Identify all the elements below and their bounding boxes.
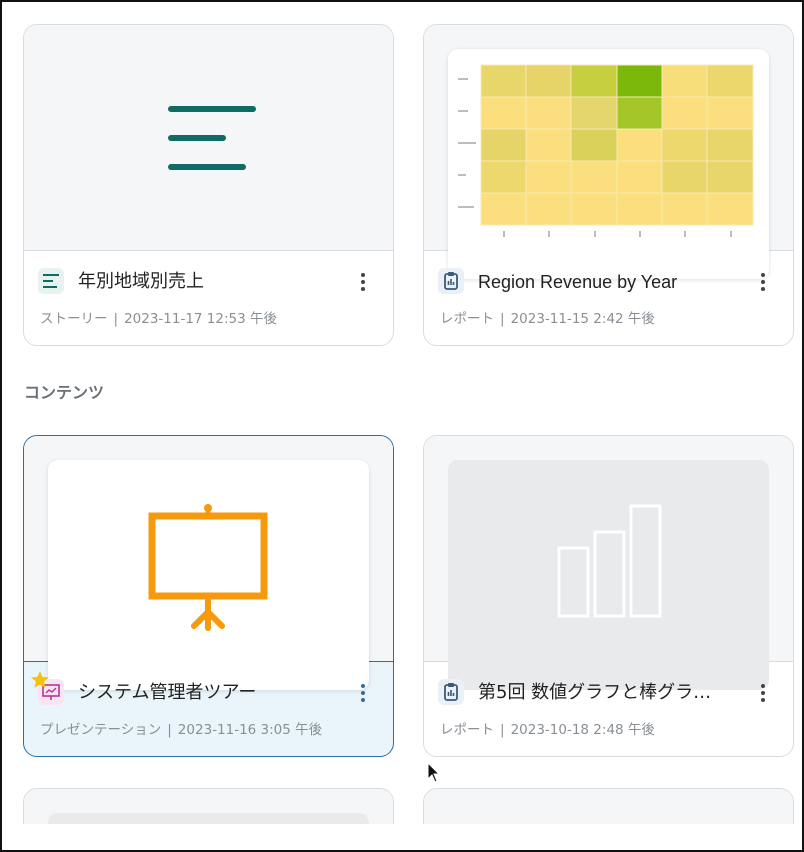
card-type-label: レポート [440, 311, 494, 327]
card-title[interactable]: 年別地域別売上 [78, 269, 348, 295]
report-clipboard-icon [438, 679, 464, 705]
card-thumbnail[interactable] [24, 436, 393, 690]
meta-separator: | [113, 311, 119, 327]
easel-icon [148, 504, 268, 631]
meta-separator: | [500, 311, 505, 327]
heatmap-preview [448, 49, 769, 279]
more-options-icon[interactable] [353, 680, 373, 706]
more-options-icon[interactable] [753, 269, 773, 295]
card-title[interactable]: 第5回 数値グラフと棒グラ… [478, 680, 748, 706]
card-type-label: ストーリー [40, 311, 108, 327]
card-info: システム管理者ツアー プレゼンテーション | 2023-11-16 3:05 午後 [24, 662, 393, 756]
meta-separator: | [500, 722, 505, 738]
content-card-report-region-revenue[interactable]: Region Revenue by Year レポート | 2023-11-15 2… [423, 24, 794, 346]
card-info: 年別地域別売上 ストーリー | 2023-11-17 12:53 午後 [24, 251, 393, 345]
content-browser: 年別地域別売上 ストーリー | 2023-11-17 12:53 午後 Regi… [0, 0, 804, 852]
card-type-label: プレゼンテーション [40, 722, 162, 738]
card-info: 第5回 数値グラフと棒グラ… レポート | 2023-10-18 2:48 午後 [424, 662, 793, 756]
card-timestamp: 2023-11-17 12:53 午後 [124, 311, 278, 327]
report-clipboard-icon [438, 268, 464, 294]
card-info: Region Revenue by Year レポート | 2023-11-15 2… [424, 251, 793, 345]
card-timestamp: 2023-10-18 2:48 午後 [510, 722, 655, 738]
card-title[interactable]: システム管理者ツアー [78, 680, 348, 706]
card-meta: プレゼンテーション | 2023-11-16 3:05 午後 [40, 718, 322, 738]
card-meta: ストーリー | 2023-11-17 12:53 午後 [40, 307, 277, 327]
presentation-preview [48, 460, 369, 690]
content-card-presentation[interactable]: システム管理者ツアー プレゼンテーション | 2023-11-16 3:05 午後 [23, 435, 394, 757]
card-meta: レポート | 2023-10-18 2:48 午後 [440, 718, 655, 738]
section-title-contents: コンテンツ [24, 383, 105, 402]
more-options-icon[interactable] [753, 680, 773, 706]
mouse-cursor-icon [427, 762, 441, 783]
card-type-label: レポート [440, 722, 494, 738]
card-timestamp: 2023-11-16 3:05 午後 [177, 722, 323, 738]
story-lines-icon [168, 106, 256, 170]
more-options-icon[interactable] [353, 269, 373, 295]
story-type-icon [38, 268, 64, 294]
meta-separator: | [167, 722, 172, 738]
favorite-star-icon[interactable] [30, 670, 50, 690]
card-title[interactable]: Region Revenue by Year [478, 269, 748, 295]
bar-chart-placeholder-icon [557, 504, 662, 618]
card-thumbnail[interactable] [424, 436, 793, 690]
heatmap-preview-graphic [458, 64, 754, 237]
report-preview-placeholder [448, 460, 769, 690]
card-thumbnail[interactable] [24, 25, 393, 251]
content-card-story[interactable]: 年別地域別売上 ストーリー | 2023-11-17 12:53 午後 [23, 24, 394, 346]
content-card-report-graphs[interactable]: 第5回 数値グラフと棒グラ… レポート | 2023-10-18 2:48 午後 [423, 435, 794, 757]
card-timestamp: 2023-11-15 2:42 午後 [510, 311, 655, 327]
bottom-mask [2, 824, 802, 850]
card-thumbnail[interactable] [424, 25, 793, 279]
card-meta: レポート | 2023-11-15 2:42 午後 [440, 307, 655, 327]
